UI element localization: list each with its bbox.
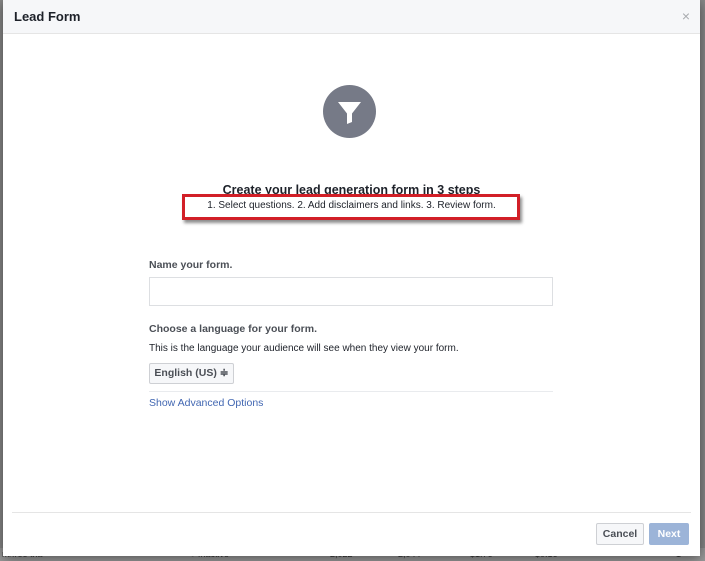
language-helper-text: This is the language your audience will … [149,343,459,354]
language-label: Choose a language for your form. [149,323,318,335]
cancel-button[interactable]: Cancel [596,523,644,545]
show-advanced-options-link[interactable]: Show Advanced Options [149,397,263,409]
divider [149,391,553,392]
dialog-title: Lead Form [14,9,81,24]
close-icon[interactable]: × [682,8,690,24]
background-page-right-edge [700,0,705,561]
lead-form-dialog: Lead Form × Create your lead generation … [3,0,700,556]
language-select[interactable]: English (US) ≑ [149,363,234,384]
next-button[interactable]: Next [649,523,689,545]
annotation-highlight-box [182,194,520,220]
funnel-icon [323,85,376,138]
dialog-header: Lead Form × [3,0,700,34]
form-name-label: Name your form. [149,259,233,271]
form-name-input[interactable] [149,277,553,306]
footer-divider [12,512,691,513]
